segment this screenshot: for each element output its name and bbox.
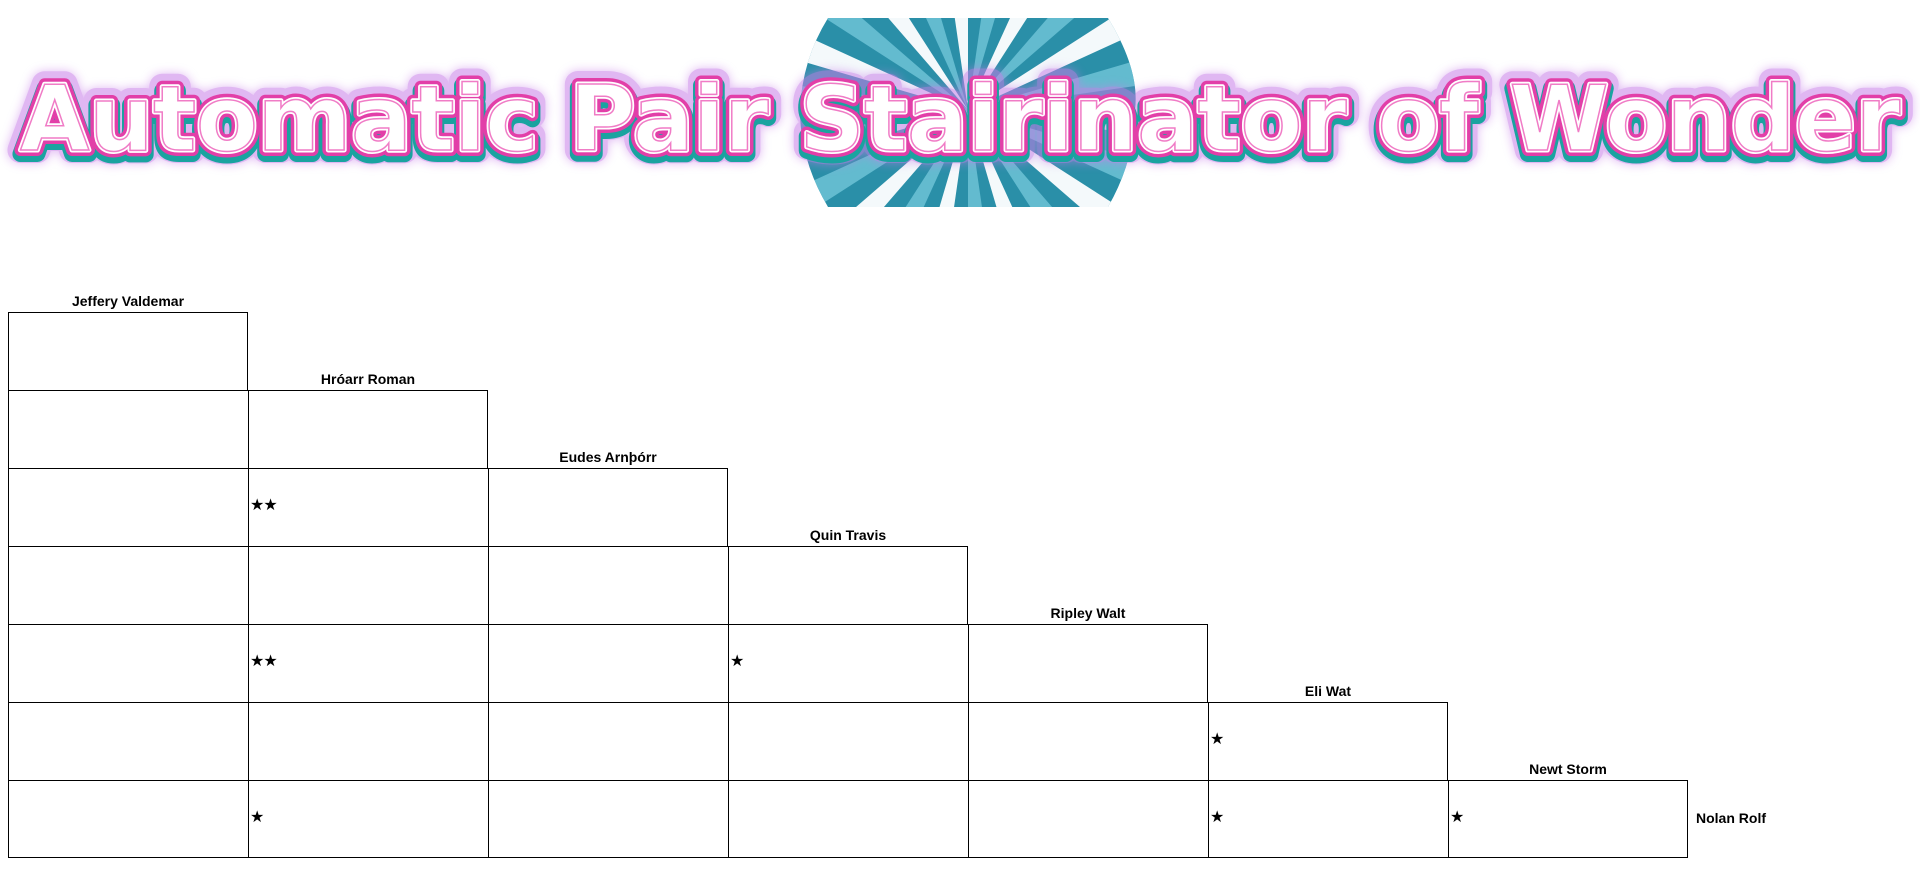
pair-cell[interactable]: ★★: [248, 624, 488, 702]
column-label: Jeffery Valdemar: [71, 293, 185, 309]
pair-stars: ★: [1210, 807, 1224, 826]
pair-cell[interactable]: ★: [1448, 780, 1688, 858]
pair-cell[interactable]: [248, 390, 488, 468]
pair-stars: ★: [250, 807, 264, 826]
pair-cell[interactable]: [968, 780, 1208, 858]
pair-stars: ★★: [250, 651, 278, 670]
row-label: Nolan Rolf: [1696, 810, 1766, 826]
pair-cell[interactable]: [728, 546, 968, 624]
column-label: Quin Travis: [809, 527, 887, 543]
column-label: Hróarr Roman: [320, 371, 416, 387]
pair-cell[interactable]: [8, 702, 248, 780]
pair-cell[interactable]: [728, 702, 968, 780]
pair-cell[interactable]: [8, 390, 248, 468]
pair-cell[interactable]: ★★: [248, 468, 488, 546]
pair-cell[interactable]: ★: [1208, 780, 1448, 858]
pair-cell[interactable]: [968, 624, 1208, 702]
pair-cell[interactable]: [248, 546, 488, 624]
pair-cell[interactable]: [488, 780, 728, 858]
pair-cell[interactable]: [488, 624, 728, 702]
pair-cell[interactable]: [488, 546, 728, 624]
page: Automatic Pair Stairinator of Wonder Aut…: [0, 0, 1920, 875]
pair-cell[interactable]: [8, 468, 248, 546]
column-label: Eudes Arnþórr: [559, 449, 657, 465]
pair-cell[interactable]: ★: [248, 780, 488, 858]
column-label: Eli Wat: [1304, 683, 1352, 699]
pair-cell[interactable]: [8, 546, 248, 624]
pair-cell[interactable]: ★: [1208, 702, 1448, 780]
pair-stars: ★: [730, 651, 744, 670]
column-label: Newt Storm: [1529, 761, 1607, 777]
pair-cell[interactable]: [8, 624, 248, 702]
pair-stars: ★: [1450, 807, 1464, 826]
pair-cell[interactable]: [488, 702, 728, 780]
pair-stars: ★: [1210, 729, 1224, 748]
pair-cell[interactable]: [488, 468, 728, 546]
pair-cell[interactable]: [8, 312, 248, 390]
column-label: Ripley Walt: [1050, 605, 1126, 621]
pair-cell[interactable]: [728, 780, 968, 858]
pair-cell[interactable]: [968, 702, 1208, 780]
pair-cell[interactable]: [8, 780, 248, 858]
pair-cell[interactable]: ★: [728, 624, 968, 702]
pair-stair-grid: Jeffery Valdemar Hróarr Roman Eudes Arnþór…: [0, 0, 1920, 875]
pair-cell[interactable]: [248, 702, 488, 780]
pair-stars: ★★: [250, 495, 278, 514]
